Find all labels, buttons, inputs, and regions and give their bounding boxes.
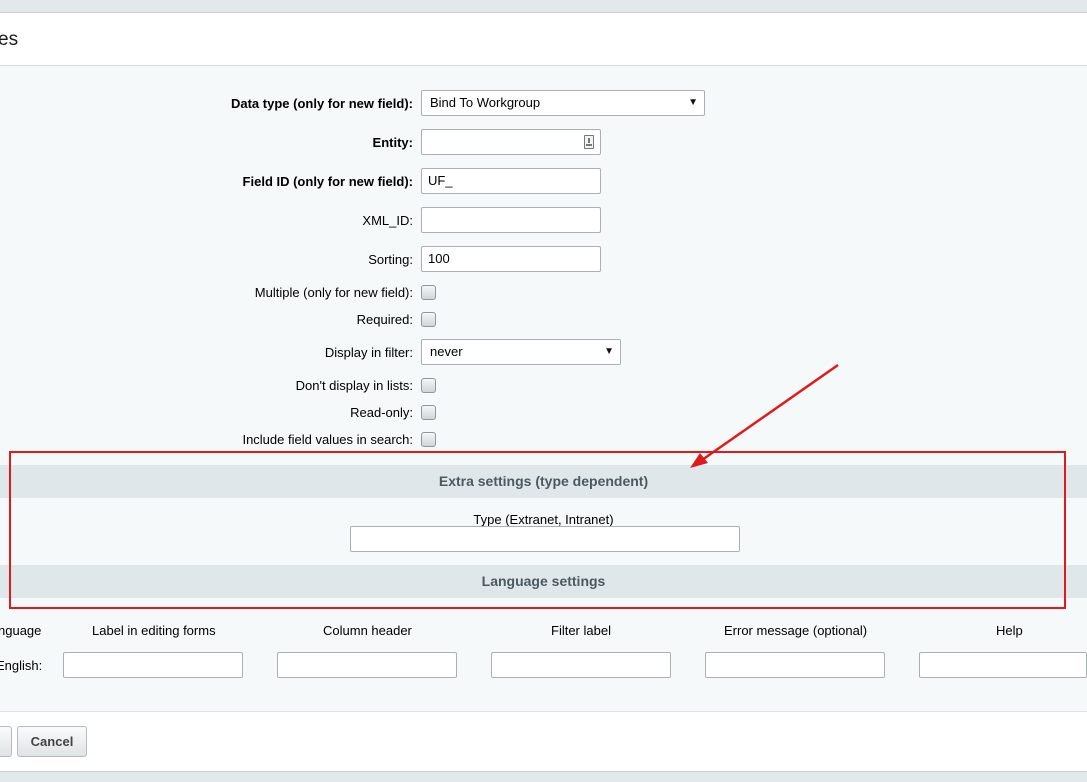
english-column-header-input[interactable]	[277, 652, 457, 678]
language-settings-header: Language settings	[0, 565, 1087, 598]
extra-settings-header: Extra settings (type dependent)	[0, 465, 1087, 498]
chevron-down-icon: ▼	[688, 97, 698, 108]
cancel-button[interactable]: Cancel	[17, 726, 87, 757]
dialog-footer: Cancel	[0, 711, 1087, 771]
field-id-value: UF_	[428, 173, 453, 188]
row-required: Required:	[0, 306, 1087, 332]
lang-col-help: Help	[996, 623, 1023, 638]
form-content: Data type (only for new field): Bind To …	[0, 66, 1087, 711]
row-read-only: Read-only:	[0, 399, 1087, 425]
row-sorting: Sorting: 100	[0, 246, 1087, 272]
multiple-label: Multiple (only for new field):	[254, 285, 413, 300]
row-entity: Entity:	[0, 129, 1087, 155]
row-field-id: Field ID (only for new field): UF_	[0, 168, 1087, 194]
data-type-value: Bind To Workgroup	[430, 95, 541, 110]
required-label: Required:	[356, 312, 413, 327]
row-xml-id: XML_ID:	[0, 207, 1087, 233]
entity-label: Entity:	[372, 135, 413, 150]
field-id-label: Field ID (only for new field):	[242, 174, 413, 189]
bottom-strip	[0, 771, 1087, 782]
include-search-checkbox[interactable]	[421, 432, 436, 447]
display-filter-label: Display in filter:	[324, 345, 413, 360]
top-strip	[0, 0, 1087, 13]
type-label: Type (Extranet, Intranet)	[473, 512, 614, 527]
lang-col-column-header: Column header	[323, 623, 412, 638]
field-id-input[interactable]: UF_	[421, 168, 601, 194]
english-help-input[interactable]	[919, 652, 1087, 678]
lang-col-label-edit: Label in editing forms	[92, 623, 216, 638]
display-filter-value: never	[430, 344, 463, 359]
dont-display-lists-label: Don't display in lists:	[295, 378, 413, 393]
english-label-edit-input[interactable]	[63, 652, 243, 678]
data-type-select[interactable]: Bind To Workgroup ▼	[421, 90, 705, 116]
lang-col-error-message: Error message (optional)	[724, 623, 868, 638]
contact-card-icon[interactable]	[584, 135, 594, 149]
chevron-down-icon: ▼	[604, 346, 614, 357]
multiple-checkbox[interactable]	[421, 285, 436, 300]
save-button[interactable]	[0, 726, 12, 757]
row-dont-display-lists: Don't display in lists:	[0, 372, 1087, 398]
dont-display-lists-checkbox[interactable]	[421, 378, 436, 393]
sorting-value: 100	[428, 251, 450, 266]
type-input[interactable]	[350, 526, 740, 552]
include-search-label: Include field values in search:	[242, 432, 413, 447]
lang-col-filter-label: Filter label	[551, 623, 611, 638]
english-filter-label-input[interactable]	[491, 652, 671, 678]
dialog-title: es	[0, 29, 19, 50]
lang-col-language: nguage	[0, 623, 42, 638]
row-data-type: Data type (only for new field): Bind To …	[0, 90, 1087, 116]
english-error-message-input[interactable]	[705, 652, 885, 678]
row-include-search: Include field values in search:	[0, 426, 1087, 452]
read-only-label: Read-only:	[350, 405, 413, 420]
sorting-label: Sorting:	[368, 252, 413, 267]
xml-id-label: XML_ID:	[362, 213, 413, 228]
lang-row-english: English:	[0, 658, 43, 673]
row-display-filter: Display in filter: never ▼	[0, 339, 1087, 365]
sorting-input[interactable]: 100	[421, 246, 601, 272]
display-filter-select[interactable]: never ▼	[421, 339, 621, 365]
read-only-checkbox[interactable]	[421, 405, 436, 420]
xml-id-input[interactable]	[421, 207, 601, 233]
dialog-header: es	[0, 13, 1087, 66]
required-checkbox[interactable]	[421, 312, 436, 327]
entity-input[interactable]	[421, 129, 601, 155]
row-multiple: Multiple (only for new field):	[0, 279, 1087, 305]
data-type-label: Data type (only for new field):	[230, 96, 413, 111]
